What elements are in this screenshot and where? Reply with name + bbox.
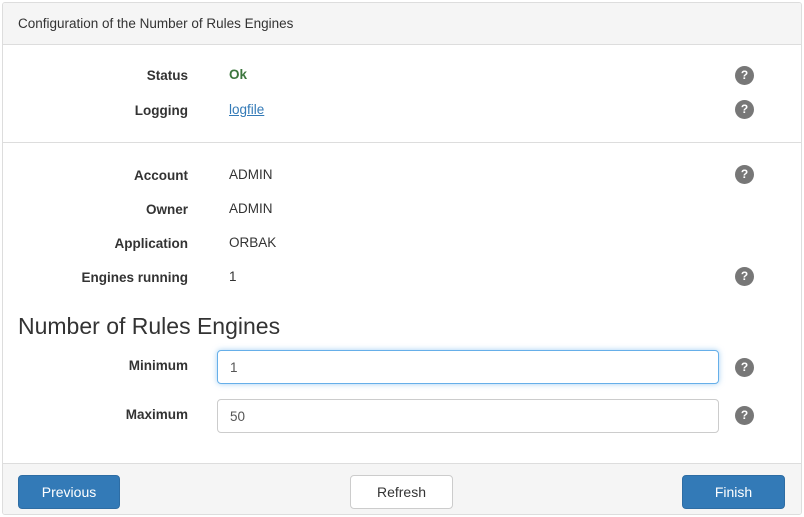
config-panel: Configuration of the Number of Rules Eng… bbox=[2, 2, 802, 515]
section-divider bbox=[3, 142, 801, 143]
panel-title: Configuration of the Number of Rules Eng… bbox=[18, 16, 294, 31]
account-row: Account ADMIN bbox=[3, 165, 801, 189]
minimum-row: Minimum bbox=[3, 350, 801, 384]
account-value: ADMIN bbox=[229, 167, 273, 182]
panel-footer: Previous Refresh Finish bbox=[3, 463, 801, 514]
status-label: Status bbox=[146, 68, 188, 83]
maximum-label: Maximum bbox=[125, 407, 188, 422]
application-value: ORBAK bbox=[229, 235, 277, 250]
account-help-icon[interactable]: ? bbox=[735, 165, 754, 184]
refresh-button[interactable]: Refresh bbox=[350, 475, 453, 509]
status-help-icon[interactable]: ? bbox=[735, 66, 754, 85]
maximum-input[interactable] bbox=[217, 399, 719, 433]
engines-section-title: Number of Rules Engines bbox=[18, 313, 281, 339]
engines-running-row: Engines running 1 bbox=[3, 267, 801, 291]
engines-running-help-icon[interactable]: ? bbox=[735, 267, 754, 286]
application-label: Application bbox=[114, 236, 189, 251]
finish-button[interactable]: Finish bbox=[682, 475, 785, 509]
logging-row: Logging logfile bbox=[3, 100, 801, 124]
logging-help-icon[interactable]: ? bbox=[735, 100, 754, 119]
engines-running-value: 1 bbox=[229, 269, 237, 284]
logfile-link[interactable]: logfile bbox=[229, 102, 264, 117]
owner-value: ADMIN bbox=[229, 201, 273, 216]
minimum-help-icon[interactable]: ? bbox=[735, 358, 754, 377]
minimum-input[interactable] bbox=[217, 350, 719, 384]
logging-label: Logging bbox=[134, 103, 188, 118]
owner-row: Owner ADMIN bbox=[3, 199, 801, 223]
previous-button[interactable]: Previous bbox=[18, 475, 120, 509]
application-row: Application ORBAK bbox=[3, 233, 801, 257]
account-label: Account bbox=[134, 168, 188, 183]
status-value: Ok bbox=[229, 67, 248, 82]
owner-label: Owner bbox=[145, 202, 188, 217]
maximum-row: Maximum bbox=[3, 399, 801, 433]
panel-heading: Configuration of the Number of Rules Eng… bbox=[3, 3, 801, 45]
status-row: Status Ok bbox=[3, 65, 801, 89]
minimum-label: Minimum bbox=[128, 358, 188, 373]
maximum-help-icon[interactable]: ? bbox=[735, 406, 754, 425]
engines-running-label: Engines running bbox=[81, 270, 189, 285]
